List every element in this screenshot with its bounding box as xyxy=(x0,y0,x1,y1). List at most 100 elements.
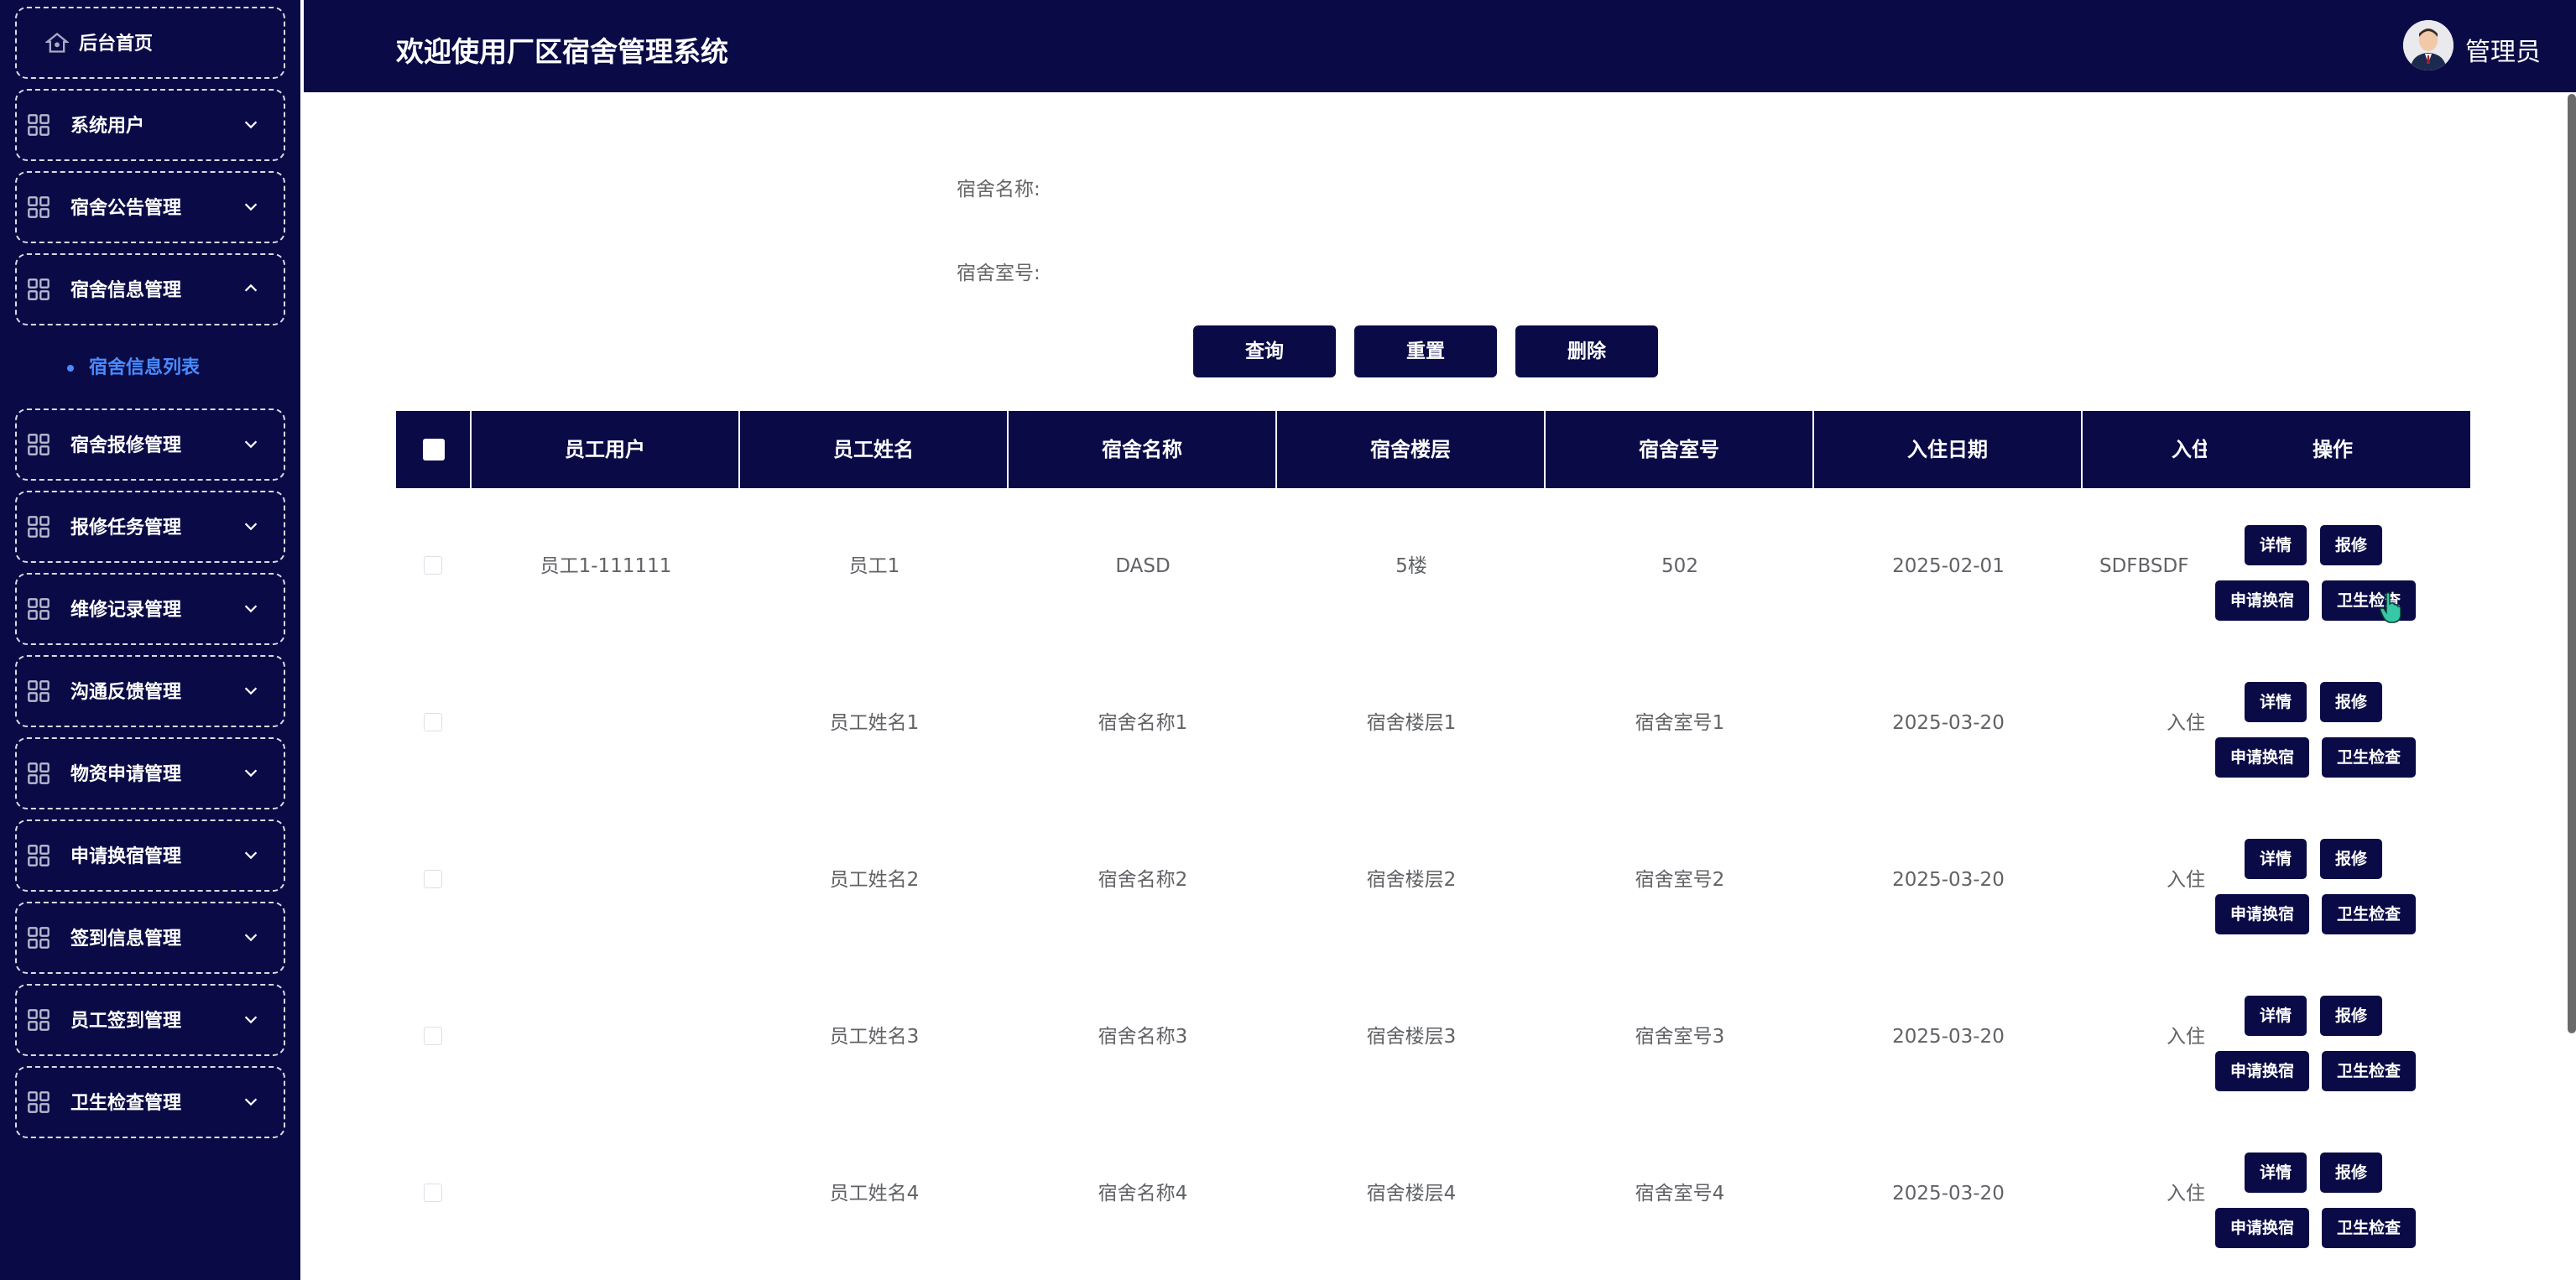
user-name[interactable]: 管理员 xyxy=(2465,31,2541,68)
detail-button[interactable]: 详情 xyxy=(2245,525,2307,565)
table-row: 员工1-111111 员工1 DASD 5楼 502 2025-02-01 SD… xyxy=(396,488,2470,644)
row-checkbox[interactable] xyxy=(424,1184,442,1202)
sidebar-item-label: 员工签到管理 xyxy=(70,1011,182,1032)
chevron-down-icon xyxy=(244,769,258,778)
change-dorm-button[interactable]: 申请换宿 xyxy=(2215,737,2309,778)
change-dorm-button[interactable]: 申请换宿 xyxy=(2215,894,2309,934)
cell-date: 2025-03-20 xyxy=(1892,869,2005,891)
sidebar-item-dorm-change[interactable]: 申请换宿管理 xyxy=(15,820,285,892)
sidebar-item-dorm-info[interactable]: 宿舍信息管理 xyxy=(15,253,285,325)
row-checkbox[interactable] xyxy=(424,1027,442,1045)
top-header: 欢迎使用厂区宿舍管理系统 管理员 xyxy=(304,0,2576,92)
sidebar-item-supply-request[interactable]: 物资申请管理 xyxy=(15,737,285,809)
sidebar-item-dorm-repair[interactable]: 宿舍报修管理 xyxy=(15,408,285,481)
chevron-down-icon xyxy=(244,523,258,531)
cell-dorm: 宿舍名称1 xyxy=(1098,712,1188,734)
sidebar-item-maintenance-record[interactable]: 维修记录管理 xyxy=(15,573,285,645)
sidebar-item-label: 报修任务管理 xyxy=(70,518,182,539)
row-checkbox[interactable] xyxy=(424,713,442,731)
table-row: 员工姓名4 宿舍名称4 宿舍楼层4 宿舍室号4 2025-03-20 入住 详情… xyxy=(396,1116,2470,1272)
repair-button[interactable]: 报修 xyxy=(2320,996,2382,1036)
row-actions: 详情 报修 申请换宿 卫生检查 xyxy=(2207,959,2459,1115)
cell-floor: 宿舍楼层1 xyxy=(1366,712,1457,734)
sidebar-item-dorm-notice[interactable]: 宿舍公告管理 xyxy=(15,171,285,243)
sidebar-item-hygiene-check[interactable]: 卫生检查管理 xyxy=(15,1066,285,1138)
dorm-room-label: 宿舍室号: xyxy=(957,263,1040,284)
chevron-down-icon xyxy=(244,1016,258,1024)
hygiene-check-button[interactable]: 卫生检查 xyxy=(2322,894,2416,934)
sidebar-subitem-label: 宿舍信息列表 xyxy=(89,357,201,378)
col-header-user: 员工用户 xyxy=(472,411,740,488)
sidebar-item-staff-checkin[interactable]: 员工签到管理 xyxy=(15,984,285,1056)
cell-date: 2025-03-20 xyxy=(1892,1183,2005,1205)
vertical-scrollbar[interactable] xyxy=(2568,94,2576,1033)
detail-button[interactable]: 详情 xyxy=(2245,1153,2307,1193)
cell-name: 员工姓名3 xyxy=(829,1026,920,1048)
grid-icon xyxy=(28,680,50,702)
sidebar-item-label: 沟通反馈管理 xyxy=(70,682,182,703)
sidebar-item-label: 宿舍公告管理 xyxy=(70,198,182,219)
sidebar-item-system-users[interactable]: 系统用户 xyxy=(15,89,285,161)
repair-button[interactable]: 报修 xyxy=(2320,682,2382,722)
grid-icon xyxy=(28,196,50,218)
select-all-checkbox[interactable] xyxy=(423,439,445,460)
cell-extra: 入住 xyxy=(2167,869,2205,891)
sidebar-item-home[interactable]: 后台首页 xyxy=(15,7,285,79)
change-dorm-button[interactable]: 申请换宿 xyxy=(2215,580,2309,621)
home-icon xyxy=(45,33,69,53)
grid-icon xyxy=(28,598,50,620)
cell-dorm: 宿舍名称2 xyxy=(1098,869,1188,891)
cell-room: 502 xyxy=(1661,555,1698,577)
page-title: 欢迎使用厂区宿舍管理系统 xyxy=(396,35,728,68)
row-checkbox[interactable] xyxy=(424,556,442,575)
row-actions: 详情 报修 申请换宿 卫生检查 xyxy=(2207,802,2459,958)
cell-room: 宿舍室号4 xyxy=(1635,1183,1725,1205)
change-dorm-button[interactable]: 申请换宿 xyxy=(2215,1051,2309,1091)
avatar-icon xyxy=(2403,20,2453,70)
grid-icon xyxy=(28,845,50,866)
detail-button[interactable]: 详情 xyxy=(2245,996,2307,1036)
col-header-actions: 操作 xyxy=(2313,438,2353,461)
cell-user xyxy=(472,959,740,1115)
hygiene-check-button[interactable]: 卫生检查 xyxy=(2322,737,2416,778)
sidebar-item-label: 物资申请管理 xyxy=(70,764,182,785)
detail-button[interactable]: 详情 xyxy=(2245,682,2307,722)
sidebar-subitem-dorm-list[interactable]: 宿舍信息列表 xyxy=(67,354,200,382)
dorm-name-input[interactable] xyxy=(1052,164,1525,203)
delete-button[interactable]: 删除 xyxy=(1515,325,1658,377)
col-header-date: 入住日期 xyxy=(1814,411,2083,488)
col-header-dorm: 宿舍名称 xyxy=(1009,411,1277,488)
avatar[interactable] xyxy=(2403,20,2453,70)
detail-button[interactable]: 详情 xyxy=(2245,839,2307,879)
main-content: 宿舍名称: 宿舍室号: 查询 重置 删除 员工用户 员工姓名 宿舍名称 宿舍楼层… xyxy=(304,92,2576,1280)
header-select-cell xyxy=(396,411,472,488)
reset-button[interactable]: 重置 xyxy=(1354,325,1497,377)
cell-dorm: 宿舍名称4 xyxy=(1098,1183,1188,1205)
cell-user xyxy=(472,802,740,958)
sidebar-item-checkin-info[interactable]: 签到信息管理 xyxy=(15,902,285,974)
query-button[interactable]: 查询 xyxy=(1193,325,1336,377)
cell-user: 员工1-111111 xyxy=(540,555,672,577)
row-checkbox[interactable] xyxy=(424,870,442,888)
chevron-down-icon xyxy=(244,605,258,613)
hygiene-check-button[interactable]: 卫生检查 xyxy=(2322,1051,2416,1091)
cell-extra: 入住 xyxy=(2167,1183,2205,1205)
repair-button[interactable]: 报修 xyxy=(2320,839,2382,879)
cell-dorm: DASD xyxy=(1115,555,1171,577)
cell-room: 宿舍室号3 xyxy=(1635,1026,1725,1048)
col-header-floor: 宿舍楼层 xyxy=(1277,411,1546,488)
sidebar-item-label: 系统用户 xyxy=(70,116,145,137)
change-dorm-button[interactable]: 申请换宿 xyxy=(2215,1208,2309,1248)
cell-room: 宿舍室号1 xyxy=(1635,712,1725,734)
sidebar-item-feedback[interactable]: 沟通反馈管理 xyxy=(15,655,285,727)
hygiene-check-button[interactable]: 卫生检查 xyxy=(2322,1208,2416,1248)
cell-floor: 宿舍楼层3 xyxy=(1366,1026,1457,1048)
repair-button[interactable]: 报修 xyxy=(2320,1153,2382,1193)
col-header-room: 宿舍室号 xyxy=(1546,411,1814,488)
repair-button[interactable]: 报修 xyxy=(2320,525,2382,565)
col-header-checkin-extra: 入住 xyxy=(2172,438,2207,461)
sidebar-item-repair-task[interactable]: 报修任务管理 xyxy=(15,491,285,563)
sidebar-item-label: 申请换宿管理 xyxy=(70,846,182,867)
cell-room: 宿舍室号2 xyxy=(1635,869,1725,891)
dorm-room-input[interactable] xyxy=(1052,248,1525,287)
